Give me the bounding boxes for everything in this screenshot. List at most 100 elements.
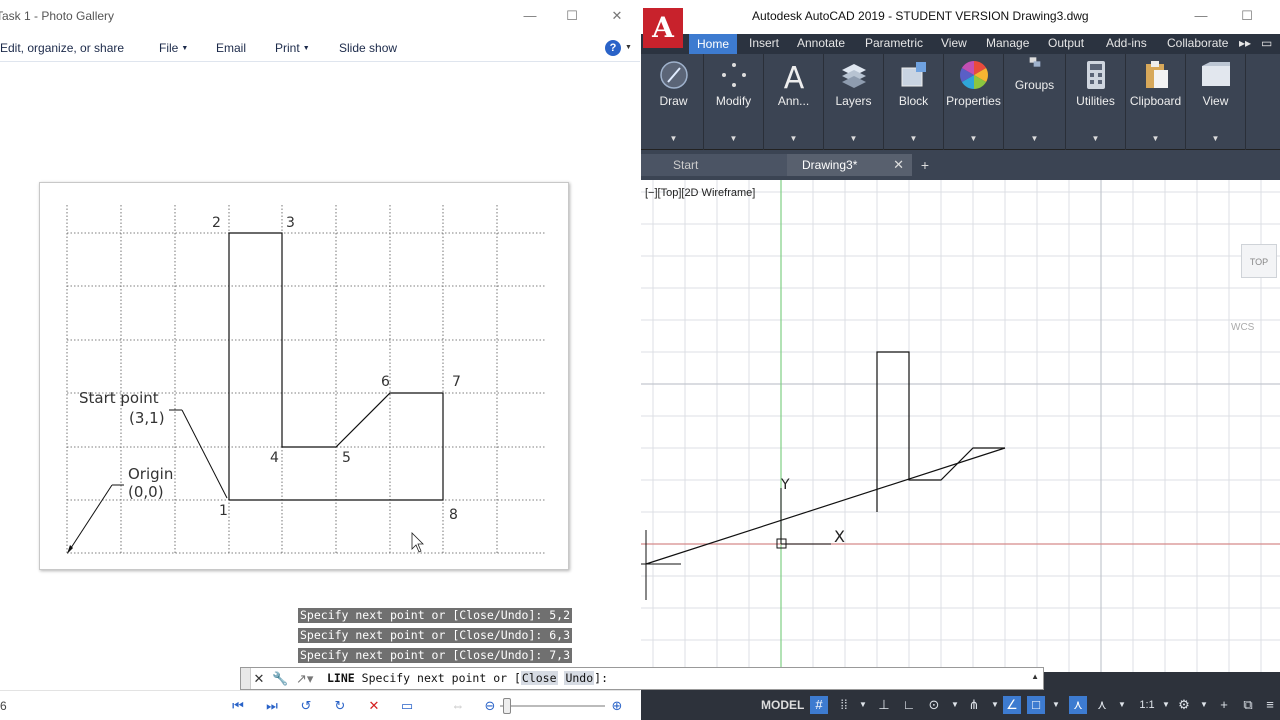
wcs-menu[interactable]: WCS <box>1231 322 1254 333</box>
isodraft-icon[interactable]: ⋔ <box>965 696 983 714</box>
polar-tracking-icon[interactable]: ⊙ <box>925 696 943 714</box>
tab-add-ins[interactable]: Add-ins <box>1106 36 1147 50</box>
file-menu[interactable]: File ▼ <box>159 41 188 55</box>
tab-collaborate[interactable]: Collaborate <box>1167 36 1228 50</box>
snap-icon[interactable]: ⁞⁞ <box>835 696 853 714</box>
auto-scale-icon[interactable]: ⋏ <box>1093 696 1111 714</box>
minimize-button[interactable]: — <box>518 6 542 26</box>
origin-label: Origin <box>128 465 173 483</box>
model-space-toggle[interactable]: MODEL <box>761 698 804 712</box>
panel-view[interactable]: View ▼ <box>1186 54 1246 150</box>
isolate-objects-icon[interactable]: ⧉ <box>1239 696 1257 714</box>
caret-down-icon[interactable]: ▼ <box>1047 696 1065 714</box>
next-photo-icon[interactable]: ⏭ <box>262 697 282 715</box>
email-menu[interactable]: Email <box>216 41 246 55</box>
caret-down-icon: ▼ <box>1091 134 1100 143</box>
close-icon[interactable]: ✕ <box>893 157 904 173</box>
infer-constraints-icon[interactable]: ⊥ <box>875 696 893 714</box>
panel-draw[interactable]: Draw ▼ <box>644 54 704 150</box>
recent-commands-icon[interactable]: ↗▾ <box>296 670 313 688</box>
previous-photo-icon[interactable]: ⏮ <box>228 697 248 715</box>
ortho-icon[interactable]: ∟ <box>900 696 918 714</box>
panel-label: Groups <box>1014 78 1055 92</box>
viewcube[interactable]: TOP <box>1241 244 1277 278</box>
close-button[interactable]: ✕ <box>605 6 629 26</box>
customization-icon[interactable]: ≡ <box>1261 696 1279 714</box>
print-menu[interactable]: Print ▼ <box>275 41 310 55</box>
tab-drawing3[interactable]: Drawing3* ✕ <box>787 154 912 176</box>
groups-icon <box>1029 57 1040 67</box>
close-icon[interactable]: ✕ <box>251 670 267 688</box>
zoom-slider-track[interactable] <box>500 705 605 707</box>
canvas-grid <box>641 180 1280 672</box>
tab-annotate[interactable]: Annotate <box>797 36 845 50</box>
tab-parametric[interactable]: Parametric <box>865 36 923 50</box>
command-prompt[interactable]: LINE Specify next point or [Close Undo]: <box>327 671 608 685</box>
new-tab-icon[interactable]: + <box>917 158 933 172</box>
caret-down-icon: ▼ <box>1151 134 1160 143</box>
point-label-3: 3 <box>286 215 295 231</box>
point-label-4: 4 <box>270 450 279 466</box>
drag-handle[interactable] <box>241 668 251 689</box>
slideshow-icon[interactable]: ▭ <box>397 697 417 715</box>
ribbon-minimize-icon[interactable]: ▭ <box>1261 36 1272 50</box>
point-label-2: 2 <box>212 215 221 231</box>
caret-down-icon[interactable]: ▼ <box>1157 696 1175 714</box>
edit-organize-share-menu[interactable]: Edit, organize, or share <box>0 41 124 55</box>
object-snap-icon[interactable]: □ <box>1027 696 1045 714</box>
delete-icon[interactable]: ✕ <box>364 697 384 715</box>
zoom-out-icon[interactable]: ⊖ <box>480 697 500 715</box>
annotation-scale[interactable]: 1:1 <box>1135 696 1159 714</box>
slideshow-menu[interactable]: Slide show <box>339 41 397 55</box>
tab-insert[interactable]: Insert <box>749 36 779 50</box>
option-undo[interactable]: Undo <box>564 671 595 685</box>
zoom-slider-thumb[interactable] <box>503 698 511 714</box>
panel-block[interactable]: Block ▼ <box>884 54 944 150</box>
drawing-canvas[interactable]: Y X [−][Top][2D Wireframe] TOP WCS <box>641 180 1280 672</box>
more-tabs-icon[interactable]: ▸▸ <box>1239 36 1251 50</box>
viewport-controls[interactable]: [−][Top][2D Wireframe] <box>645 187 755 199</box>
maximize-button[interactable]: ☐ <box>1235 6 1259 26</box>
application-menu-button[interactable]: A <box>643 8 683 48</box>
caret-down-icon[interactable]: ▼ <box>854 696 872 714</box>
grid-icon[interactable]: # <box>810 696 828 714</box>
tab-manage[interactable]: Manage <box>986 36 1029 50</box>
caret-down-icon[interactable]: ▼ <box>986 696 1004 714</box>
rotate-right-icon[interactable]: ↻ <box>330 697 350 715</box>
workspace-gear-icon[interactable]: ⚙ <box>1175 696 1193 714</box>
annotation-monitor-icon[interactable]: + <box>1215 696 1233 714</box>
panel-groups[interactable]: Groups ▼ <box>1004 54 1066 150</box>
tab-start[interactable]: Start <box>641 154 787 176</box>
tab-home[interactable]: Home <box>689 34 738 54</box>
tab-view[interactable]: View <box>941 36 967 50</box>
command-line[interactable]: ✕ 🔧 ↗▾ LINE Specify next point or [Close… <box>240 667 1044 690</box>
help-icon[interactable]: ? <box>605 40 621 56</box>
tab-output[interactable]: Output <box>1048 36 1084 50</box>
panel-modify[interactable]: Modify ▼ <box>704 54 764 150</box>
option-close[interactable]: Close <box>520 671 558 685</box>
photo-gallery-bottom-bar: 6 ⏮ ⏭ ↺ ↻ ✕ ▭ ⇔ ⊖ ⊕ <box>0 690 640 720</box>
expand-history-icon[interactable]: ▲ <box>1031 672 1039 681</box>
minimize-button[interactable]: — <box>1189 6 1213 26</box>
caret-down-icon[interactable]: ▼ <box>1195 696 1213 714</box>
annotation-visibility-icon[interactable]: ⋏ <box>1069 696 1087 714</box>
panel-label: Clipboard <box>1129 94 1182 108</box>
customize-wrench-icon[interactable]: 🔧 <box>272 670 288 688</box>
model-space: Y X <box>641 180 1280 672</box>
panel-layers[interactable]: Layers ▼ <box>824 54 884 150</box>
panel-clipboard[interactable]: Clipboard ▼ <box>1126 54 1186 150</box>
menu-label: Email <box>216 41 247 55</box>
zoom-in-icon[interactable]: ⊕ <box>607 697 627 715</box>
maximize-button[interactable]: ☐ <box>560 6 584 26</box>
panel-annotation[interactable]: A Ann... ▼ <box>764 54 824 150</box>
object-snap-tracking-icon[interactable]: ∠ <box>1003 696 1021 714</box>
view-icon <box>1201 62 1230 86</box>
panel-properties[interactable]: Properties ▼ <box>944 54 1004 150</box>
caret-down-icon[interactable]: ▼ <box>625 44 632 51</box>
rotate-left-icon[interactable]: ↺ <box>296 697 316 715</box>
fit-icon[interactable]: ⇔ <box>448 697 468 715</box>
caret-down-icon[interactable]: ▼ <box>1113 696 1131 714</box>
caret-down-icon[interactable]: ▼ <box>946 696 964 714</box>
panel-label: Properties <box>946 94 1001 108</box>
panel-utilities[interactable]: Utilities ▼ <box>1066 54 1126 150</box>
